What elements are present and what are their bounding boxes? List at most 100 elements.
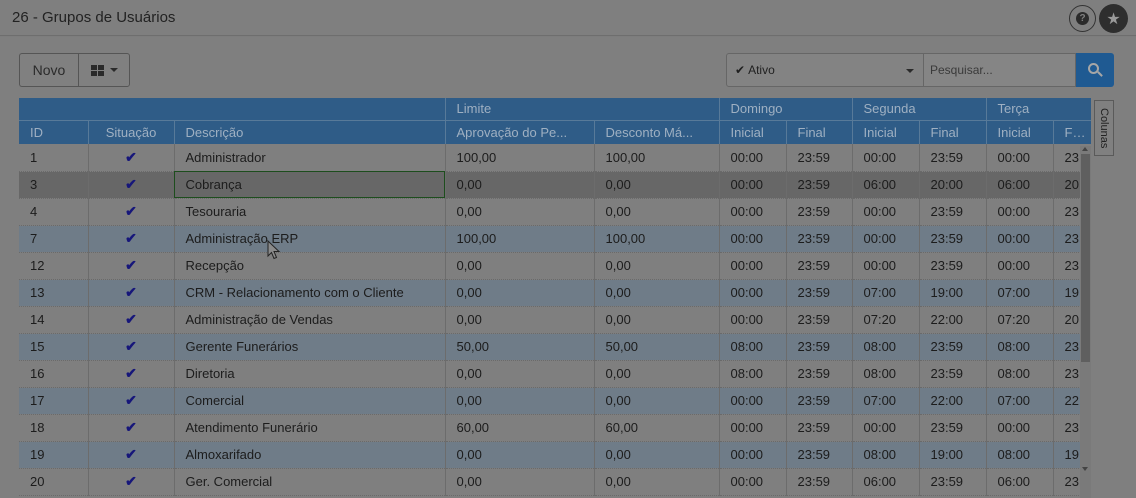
cell-situacao: ✔ bbox=[88, 279, 175, 307]
cell-situacao: ✔ bbox=[88, 252, 175, 280]
cell-descricao: Administrador bbox=[174, 144, 446, 172]
scrollbar-thumb[interactable] bbox=[1081, 154, 1090, 362]
column-header-terca-inicial[interactable]: Inicial bbox=[986, 120, 1054, 144]
cell-desconto: 0,00 bbox=[594, 360, 720, 388]
user-groups-table: Limite Domingo Segunda Terça ID Situação… bbox=[19, 98, 1091, 498]
cell-desconto: 0,00 bbox=[594, 468, 720, 496]
header-group-terca: Terça bbox=[986, 98, 1091, 121]
check-icon: ✔ bbox=[735, 63, 746, 77]
cell-terca-inicial: 07:20 bbox=[986, 306, 1054, 334]
table-row[interactable]: 7 ✔ Administração ERP 100,00 100,00 00:00 23:5… bbox=[19, 225, 1091, 253]
search-icon bbox=[1087, 62, 1103, 78]
scroll-up-arrow[interactable] bbox=[1082, 147, 1088, 151]
mouse-cursor-icon bbox=[267, 240, 281, 260]
column-header-descricao[interactable]: Descrição bbox=[174, 120, 446, 144]
check-icon: ✔ bbox=[125, 148, 137, 165]
cell-domingo-inicial: 08:00 bbox=[719, 360, 787, 388]
cell-domingo-inicial: 00:00 bbox=[719, 468, 787, 496]
column-header-segunda-inicial[interactable]: Inicial bbox=[852, 120, 920, 144]
table-row[interactable]: 19 ✔ Almoxarifado 0,00 0,00 00:00 23:59 08:00 19… bbox=[19, 441, 1091, 469]
cell-domingo-inicial: 00:00 bbox=[719, 252, 787, 280]
cell-aprovacao: 100,00 bbox=[445, 144, 595, 172]
cell-terca-inicial: 06:00 bbox=[986, 468, 1054, 496]
column-header-aprovacao[interactable]: Aprovação do Pe... bbox=[445, 120, 595, 144]
table-row[interactable]: 3 ✔ Cobrança 0,00 0,00 00:00 23:59 06:00 20:00 06… bbox=[19, 171, 1091, 199]
cell-situacao: ✔ bbox=[88, 360, 175, 388]
cell-situacao: ✔ bbox=[88, 441, 175, 469]
check-icon: ✔ bbox=[125, 203, 137, 219]
cell-desconto: 0,00 bbox=[594, 441, 720, 469]
search-button[interactable] bbox=[1076, 53, 1114, 87]
cell-desconto: 50,00 bbox=[594, 333, 720, 361]
table-row[interactable]: 4 ✔ Tesouraria 0,00 0,00 00:00 23:59 00:00 23:59… bbox=[19, 198, 1091, 226]
cell-id: 3 bbox=[19, 171, 89, 199]
cell-desconto: 0,00 bbox=[594, 306, 720, 334]
columns-panel-tab[interactable]: Colunas bbox=[1094, 100, 1114, 156]
cell-terca-inicial: 06:00 bbox=[986, 171, 1054, 199]
view-mode-dropdown[interactable] bbox=[78, 53, 130, 87]
cell-descricao: Administração de Vendas bbox=[174, 306, 446, 334]
check-icon: ✔ bbox=[125, 365, 137, 381]
column-header-segunda-final[interactable]: Final bbox=[919, 120, 987, 144]
cell-id: 12 bbox=[19, 252, 89, 280]
cell-domingo-inicial: 00:00 bbox=[719, 225, 787, 253]
check-icon: ✔ bbox=[125, 257, 137, 273]
cell-segunda-final: 22:00 bbox=[919, 306, 987, 334]
column-header-domingo-inicial[interactable]: Inicial bbox=[719, 120, 787, 144]
check-icon: ✔ bbox=[125, 311, 137, 327]
table-row[interactable]: 1 ✔ Administrador 100,00 100,00 00:00 23:59 00:… bbox=[19, 144, 1091, 172]
cell-domingo-inicial: 00:00 bbox=[719, 441, 787, 469]
table-row[interactable]: 14 ✔ Administração de Vendas 0,00 0,00 00:00 2… bbox=[19, 306, 1091, 334]
cell-situacao: ✔ bbox=[88, 225, 175, 253]
main-content: Novo ✔ Ativo Limite Domingo Segunda Terç… bbox=[0, 37, 1136, 498]
cell-descricao: Diretoria bbox=[174, 360, 446, 388]
column-header-situacao[interactable]: Situação bbox=[88, 120, 175, 144]
column-header-domingo-final[interactable]: Final bbox=[786, 120, 853, 144]
cell-domingo-final: 23:59 bbox=[786, 414, 853, 442]
table-row[interactable]: 20 ✔ Ger. Comercial 0,00 0,00 00:00 23:59 06:00… bbox=[19, 468, 1091, 496]
cell-segunda-final: 23:59 bbox=[919, 198, 987, 226]
cell-aprovacao: 0,00 bbox=[445, 306, 595, 334]
cell-domingo-final: 23:59 bbox=[786, 306, 853, 334]
table-row[interactable]: 15 ✔ Gerente Funerários 50,00 50,00 08:00 23:5… bbox=[19, 333, 1091, 361]
cell-segunda-inicial: 08:00 bbox=[852, 333, 920, 361]
help-button[interactable]: ? bbox=[1069, 5, 1096, 32]
scroll-down-arrow[interactable] bbox=[1082, 467, 1088, 471]
cell-situacao: ✔ bbox=[88, 171, 175, 199]
cell-id: 20 bbox=[19, 468, 89, 496]
column-header-desconto[interactable]: Desconto Má... bbox=[594, 120, 720, 144]
cell-domingo-final: 23:59 bbox=[786, 360, 853, 388]
table-row[interactable]: 18 ✔ Atendimento Funerário 60,00 60,00 00:00 2… bbox=[19, 414, 1091, 442]
table-row[interactable]: 13 ✔ CRM - Relacionamento com o Cliente 0,0… bbox=[19, 279, 1091, 307]
search-input[interactable] bbox=[924, 53, 1076, 87]
table-row[interactable]: 16 ✔ Diretoria 0,00 0,00 08:00 23:59 08:00 23:59… bbox=[19, 360, 1091, 388]
cell-terca-inicial: 00:00 bbox=[986, 144, 1054, 172]
cell-domingo-inicial: 00:00 bbox=[719, 414, 787, 442]
cell-domingo-final: 23:59 bbox=[786, 441, 853, 469]
cell-descricao: Comercial bbox=[174, 387, 446, 415]
cell-terca-inicial: 07:00 bbox=[986, 387, 1054, 415]
table-row[interactable]: 12 ✔ Recepção 0,00 0,00 00:00 23:59 00:00 23:59 0… bbox=[19, 252, 1091, 280]
cell-desconto: 0,00 bbox=[594, 252, 720, 280]
cell-segunda-inicial: 06:00 bbox=[852, 171, 920, 199]
cell-desconto: 100,00 bbox=[594, 225, 720, 253]
check-icon: ✔ bbox=[125, 419, 137, 435]
cell-descricao: CRM - Relacionamento com o Cliente bbox=[174, 279, 446, 307]
chevron-down-icon bbox=[906, 69, 914, 73]
new-button[interactable]: Novo bbox=[19, 53, 78, 87]
cell-terca-inicial: 07:00 bbox=[986, 279, 1054, 307]
cell-segunda-final: 19:00 bbox=[919, 279, 987, 307]
cell-domingo-inicial: 00:00 bbox=[719, 171, 787, 199]
check-icon: ✔ bbox=[125, 446, 137, 462]
status-filter-select[interactable]: ✔ Ativo bbox=[726, 53, 924, 87]
table-row[interactable]: 17 ✔ Comercial 0,00 0,00 00:00 23:59 07:00 22:00… bbox=[19, 387, 1091, 415]
cell-desconto: 100,00 bbox=[594, 144, 720, 172]
check-icon: ✔ bbox=[125, 392, 137, 408]
favorite-button[interactable]: ★ bbox=[1099, 4, 1128, 33]
cell-terca-inicial: 00:00 bbox=[986, 198, 1054, 226]
column-header-terca-final[interactable]: Final bbox=[1053, 120, 1091, 144]
check-icon: ✔ bbox=[125, 230, 137, 246]
cell-terca-inicial: 08:00 bbox=[986, 441, 1054, 469]
cell-segunda-inicial: 00:00 bbox=[852, 252, 920, 280]
column-header-id[interactable]: ID bbox=[19, 120, 89, 144]
